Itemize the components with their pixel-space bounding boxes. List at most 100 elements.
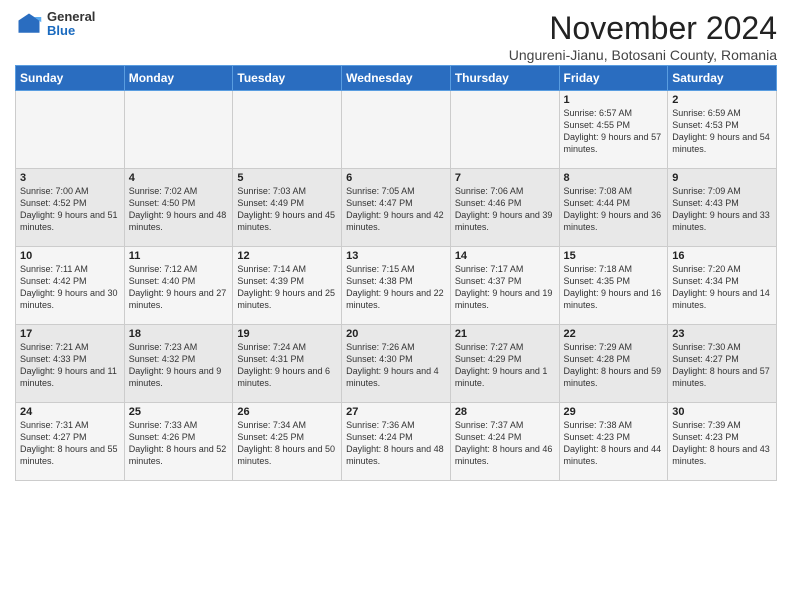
day-number: 17 xyxy=(20,328,120,340)
day-number: 12 xyxy=(237,250,337,262)
day-info: Sunrise: 7:36 AM Sunset: 4:24 PM Dayligh… xyxy=(346,419,446,468)
day-number: 15 xyxy=(564,250,664,262)
day-cell: 9Sunrise: 7:09 AM Sunset: 4:43 PM Daylig… xyxy=(668,169,777,247)
day-info: Sunrise: 7:05 AM Sunset: 4:47 PM Dayligh… xyxy=(346,185,446,234)
logo-icon xyxy=(15,10,43,38)
day-info: Sunrise: 7:21 AM Sunset: 4:33 PM Dayligh… xyxy=(20,341,120,390)
day-cell xyxy=(124,91,233,169)
day-number: 8 xyxy=(564,172,664,184)
day-info: Sunrise: 7:38 AM Sunset: 4:23 PM Dayligh… xyxy=(564,419,664,468)
header-cell-sunday: Sunday xyxy=(16,66,125,91)
day-cell: 19Sunrise: 7:24 AM Sunset: 4:31 PM Dayli… xyxy=(233,325,342,403)
day-cell: 6Sunrise: 7:05 AM Sunset: 4:47 PM Daylig… xyxy=(342,169,451,247)
day-cell xyxy=(233,91,342,169)
day-number: 20 xyxy=(346,328,446,340)
logo-blue-text: Blue xyxy=(47,24,95,38)
day-cell: 14Sunrise: 7:17 AM Sunset: 4:37 PM Dayli… xyxy=(450,247,559,325)
calendar-body: 1Sunrise: 6:57 AM Sunset: 4:55 PM Daylig… xyxy=(16,91,777,481)
logo-text: General Blue xyxy=(47,10,95,39)
day-info: Sunrise: 7:33 AM Sunset: 4:26 PM Dayligh… xyxy=(129,419,229,468)
title-block: November 2024 Ungureni-Jianu, Botosani C… xyxy=(509,10,777,63)
week-row-0: 1Sunrise: 6:57 AM Sunset: 4:55 PM Daylig… xyxy=(16,91,777,169)
day-number: 3 xyxy=(20,172,120,184)
day-cell: 13Sunrise: 7:15 AM Sunset: 4:38 PM Dayli… xyxy=(342,247,451,325)
day-number: 10 xyxy=(20,250,120,262)
day-number: 23 xyxy=(672,328,772,340)
day-cell: 11Sunrise: 7:12 AM Sunset: 4:40 PM Dayli… xyxy=(124,247,233,325)
day-info: Sunrise: 7:09 AM Sunset: 4:43 PM Dayligh… xyxy=(672,185,772,234)
week-row-3: 17Sunrise: 7:21 AM Sunset: 4:33 PM Dayli… xyxy=(16,325,777,403)
day-info: Sunrise: 7:26 AM Sunset: 4:30 PM Dayligh… xyxy=(346,341,446,390)
day-cell: 28Sunrise: 7:37 AM Sunset: 4:24 PM Dayli… xyxy=(450,403,559,481)
day-number: 11 xyxy=(129,250,229,262)
header-cell-saturday: Saturday xyxy=(668,66,777,91)
day-cell xyxy=(342,91,451,169)
day-number: 2 xyxy=(672,94,772,106)
header-cell-thursday: Thursday xyxy=(450,66,559,91)
day-number: 16 xyxy=(672,250,772,262)
day-number: 26 xyxy=(237,406,337,418)
day-cell: 12Sunrise: 7:14 AM Sunset: 4:39 PM Dayli… xyxy=(233,247,342,325)
header-row: SundayMondayTuesdayWednesdayThursdayFrid… xyxy=(16,66,777,91)
day-number: 1 xyxy=(564,94,664,106)
day-info: Sunrise: 7:31 AM Sunset: 4:27 PM Dayligh… xyxy=(20,419,120,468)
day-info: Sunrise: 6:59 AM Sunset: 4:53 PM Dayligh… xyxy=(672,107,772,156)
day-cell: 23Sunrise: 7:30 AM Sunset: 4:27 PM Dayli… xyxy=(668,325,777,403)
calendar-header: SundayMondayTuesdayWednesdayThursdayFrid… xyxy=(16,66,777,91)
day-number: 28 xyxy=(455,406,555,418)
day-info: Sunrise: 7:18 AM Sunset: 4:35 PM Dayligh… xyxy=(564,263,664,312)
day-cell: 7Sunrise: 7:06 AM Sunset: 4:46 PM Daylig… xyxy=(450,169,559,247)
day-cell: 20Sunrise: 7:26 AM Sunset: 4:30 PM Dayli… xyxy=(342,325,451,403)
day-number: 19 xyxy=(237,328,337,340)
day-cell: 25Sunrise: 7:33 AM Sunset: 4:26 PM Dayli… xyxy=(124,403,233,481)
day-cell: 30Sunrise: 7:39 AM Sunset: 4:23 PM Dayli… xyxy=(668,403,777,481)
day-cell: 10Sunrise: 7:11 AM Sunset: 4:42 PM Dayli… xyxy=(16,247,125,325)
day-info: Sunrise: 7:20 AM Sunset: 4:34 PM Dayligh… xyxy=(672,263,772,312)
day-info: Sunrise: 7:03 AM Sunset: 4:49 PM Dayligh… xyxy=(237,185,337,234)
day-info: Sunrise: 7:11 AM Sunset: 4:42 PM Dayligh… xyxy=(20,263,120,312)
day-number: 7 xyxy=(455,172,555,184)
day-cell xyxy=(16,91,125,169)
day-info: Sunrise: 7:15 AM Sunset: 4:38 PM Dayligh… xyxy=(346,263,446,312)
day-info: Sunrise: 7:12 AM Sunset: 4:40 PM Dayligh… xyxy=(129,263,229,312)
day-info: Sunrise: 7:29 AM Sunset: 4:28 PM Dayligh… xyxy=(564,341,664,390)
day-cell: 24Sunrise: 7:31 AM Sunset: 4:27 PM Dayli… xyxy=(16,403,125,481)
subtitle: Ungureni-Jianu, Botosani County, Romania xyxy=(509,47,777,63)
logo-general-text: General xyxy=(47,10,95,24)
day-number: 18 xyxy=(129,328,229,340)
day-info: Sunrise: 7:00 AM Sunset: 4:52 PM Dayligh… xyxy=(20,185,120,234)
day-cell: 18Sunrise: 7:23 AM Sunset: 4:32 PM Dayli… xyxy=(124,325,233,403)
day-cell: 29Sunrise: 7:38 AM Sunset: 4:23 PM Dayli… xyxy=(559,403,668,481)
day-number: 25 xyxy=(129,406,229,418)
day-info: Sunrise: 6:57 AM Sunset: 4:55 PM Dayligh… xyxy=(564,107,664,156)
day-info: Sunrise: 7:23 AM Sunset: 4:32 PM Dayligh… xyxy=(129,341,229,390)
day-info: Sunrise: 7:34 AM Sunset: 4:25 PM Dayligh… xyxy=(237,419,337,468)
day-info: Sunrise: 7:37 AM Sunset: 4:24 PM Dayligh… xyxy=(455,419,555,468)
day-info: Sunrise: 7:08 AM Sunset: 4:44 PM Dayligh… xyxy=(564,185,664,234)
day-number: 6 xyxy=(346,172,446,184)
day-info: Sunrise: 7:02 AM Sunset: 4:50 PM Dayligh… xyxy=(129,185,229,234)
header-cell-tuesday: Tuesday xyxy=(233,66,342,91)
day-cell: 16Sunrise: 7:20 AM Sunset: 4:34 PM Dayli… xyxy=(668,247,777,325)
day-cell: 1Sunrise: 6:57 AM Sunset: 4:55 PM Daylig… xyxy=(559,91,668,169)
day-number: 4 xyxy=(129,172,229,184)
day-cell: 21Sunrise: 7:27 AM Sunset: 4:29 PM Dayli… xyxy=(450,325,559,403)
header-cell-monday: Monday xyxy=(124,66,233,91)
day-cell: 26Sunrise: 7:34 AM Sunset: 4:25 PM Dayli… xyxy=(233,403,342,481)
header-cell-friday: Friday xyxy=(559,66,668,91)
day-number: 22 xyxy=(564,328,664,340)
day-number: 14 xyxy=(455,250,555,262)
day-info: Sunrise: 7:30 AM Sunset: 4:27 PM Dayligh… xyxy=(672,341,772,390)
week-row-1: 3Sunrise: 7:00 AM Sunset: 4:52 PM Daylig… xyxy=(16,169,777,247)
day-cell: 15Sunrise: 7:18 AM Sunset: 4:35 PM Dayli… xyxy=(559,247,668,325)
day-number: 30 xyxy=(672,406,772,418)
day-cell: 17Sunrise: 7:21 AM Sunset: 4:33 PM Dayli… xyxy=(16,325,125,403)
day-cell: 2Sunrise: 6:59 AM Sunset: 4:53 PM Daylig… xyxy=(668,91,777,169)
day-cell xyxy=(450,91,559,169)
header-cell-wednesday: Wednesday xyxy=(342,66,451,91)
day-info: Sunrise: 7:14 AM Sunset: 4:39 PM Dayligh… xyxy=(237,263,337,312)
calendar-table: SundayMondayTuesdayWednesdayThursdayFrid… xyxy=(15,65,777,481)
day-info: Sunrise: 7:39 AM Sunset: 4:23 PM Dayligh… xyxy=(672,419,772,468)
day-number: 21 xyxy=(455,328,555,340)
day-cell: 8Sunrise: 7:08 AM Sunset: 4:44 PM Daylig… xyxy=(559,169,668,247)
